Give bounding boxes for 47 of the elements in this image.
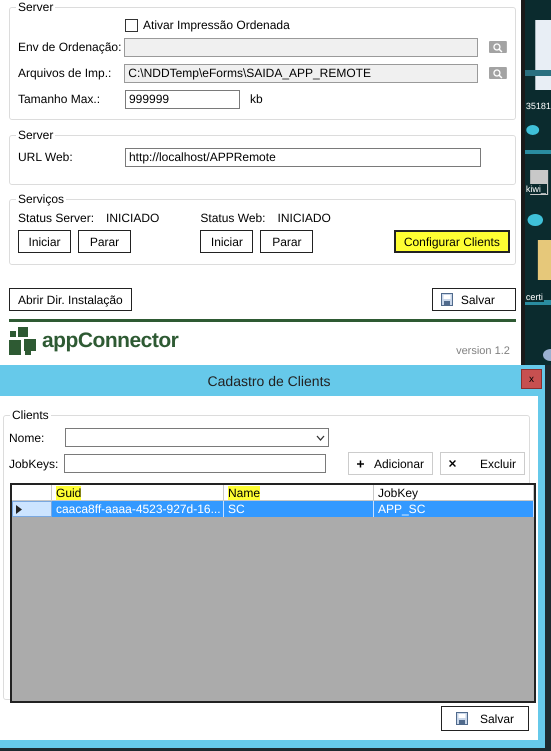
field-label: URL Web: [18, 150, 74, 164]
chevron-down-icon [316, 434, 325, 440]
field-label: Env de Ordenação: [18, 40, 122, 54]
logo-text: appConnector [42, 329, 178, 353]
delete-button[interactable]: Excluir [440, 452, 525, 475]
text-field[interactable]: http://localhost/APPRemote [125, 148, 481, 166]
save-button[interactable]: Salvar [441, 706, 529, 731]
status-value: INICIADO [106, 212, 160, 225]
service-button[interactable]: Iniciar [200, 230, 254, 253]
field-label: Arquivos de Imp.: [18, 66, 112, 80]
field-label: Nome: [9, 430, 46, 444]
column-header[interactable]: Guid [56, 486, 82, 500]
group-title: Clients [10, 408, 51, 422]
checkbox-label: Ativar Impressão Ordenada [143, 18, 290, 32]
floppy-icon [440, 293, 453, 306]
desktop-icon-label[interactable]: kiwi_ [524, 184, 547, 194]
row-header[interactable] [12, 501, 52, 517]
status-value: INICIADO [278, 212, 331, 225]
unit-label: kb [250, 92, 263, 106]
open-folder-button[interactable]: Abrir Dir. Instalação [9, 288, 132, 311]
group-title: Server [16, 0, 56, 14]
floppy-icon [456, 712, 468, 725]
service-button[interactable]: Parar [260, 230, 314, 253]
add-button[interactable]: Adicionar [348, 452, 433, 475]
desktop-icon-label[interactable]: certi [524, 292, 544, 302]
group-title: Serviços [16, 192, 66, 206]
service-button[interactable]: Iniciar [18, 230, 71, 253]
close-button[interactable]: x [521, 369, 542, 389]
column-header[interactable]: Name [228, 486, 260, 500]
name-dropdown[interactable] [65, 428, 329, 447]
text-field[interactable]: 999999 [125, 90, 240, 108]
save-label: Salvar [460, 292, 495, 306]
field-label: JobKeys: [9, 456, 60, 470]
version-label: version 1.2 [456, 345, 510, 357]
status-label: Status Server: [18, 212, 94, 225]
save-button[interactable]: Salvar [432, 288, 516, 311]
service-button[interactable]: Parar [78, 230, 131, 253]
desktop-icon-label[interactable]: 35181 [524, 101, 551, 111]
dialog-title: Cadastro de Clients [208, 372, 330, 388]
logo-icon [9, 327, 37, 355]
checkbox[interactable] [125, 18, 138, 32]
jobkeys-field[interactable] [64, 454, 326, 473]
row-pointer-icon [16, 504, 22, 514]
field-label: Tamanho Max.: [18, 92, 102, 106]
configure-clients-button[interactable]: Configurar Clients [394, 230, 510, 253]
group-title: Server [16, 128, 56, 142]
status-label: Status Web: [200, 212, 266, 225]
